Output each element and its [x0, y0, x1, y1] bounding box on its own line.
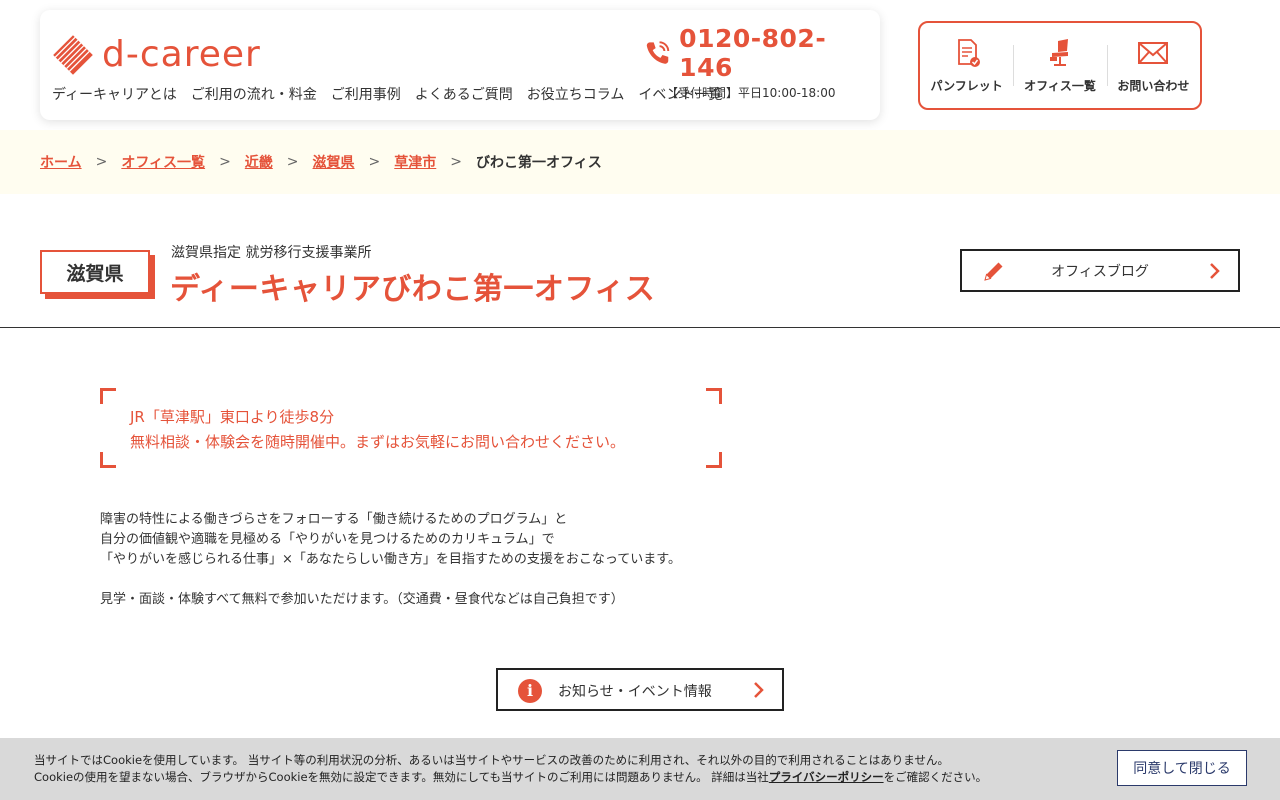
- breadcrumb-separator: >: [450, 154, 462, 170]
- breadcrumb-separator: >: [95, 154, 108, 170]
- breadcrumb-separator: >: [219, 154, 231, 170]
- office-subtitle: 滋賀県指定 就労移行支援事業所: [171, 245, 372, 261]
- consultation-text: 無料相談・体験会を随時開催中。まずはお気軽にお問い合わせください。: [130, 433, 626, 451]
- cookie-banner: 当サイトではCookieを使用しています。 当サイト等の利用状況の分析、あるいは…: [0, 738, 1280, 800]
- cookie-line: Cookieの使用を望まない場合、ブラウザからCookieを無効に設定できます。…: [34, 769, 987, 786]
- frame-corner: [100, 388, 116, 404]
- header-card: d-career ディーキャリアとは ご利用の流れ・料金 ご利用事例 よくあるご…: [40, 10, 880, 120]
- breadcrumb-separator: >: [286, 154, 299, 170]
- chevron-right-icon: [754, 682, 764, 698]
- nav-item-about[interactable]: ディーキャリアとは: [52, 84, 177, 104]
- breadcrumb-city[interactable]: 草津市: [394, 152, 436, 172]
- description-line: 「やりがいを感じられる仕事」×「あなたらしい働き方」を目指すための支援をおこなっ…: [100, 552, 681, 567]
- page-title: ディーキャリアびわこ第一オフィス: [170, 272, 656, 307]
- breadcrumb-current: びわこ第一オフィス: [476, 155, 602, 171]
- cookie-accept-button[interactable]: 同意して閉じる: [1117, 750, 1247, 786]
- cookie-line-part: をご確認ください。: [883, 770, 988, 784]
- pamphlet-icon: [957, 39, 980, 67]
- frame-corner: [100, 452, 116, 468]
- breadcrumb-region[interactable]: 近畿: [245, 152, 273, 172]
- breadcrumb-prefecture[interactable]: 滋賀県: [313, 152, 355, 172]
- utility-menu: パンフレット オフィス一覧 お問い合わせ: [918, 21, 1202, 110]
- cookie-line: 当サイトではCookieを使用しています。 当サイト等の利用状況の分析、あるいは…: [34, 753, 949, 767]
- office-blog-label: オフィスブログ: [1051, 263, 1149, 280]
- office-description: 障害の特性による働きづらさをフォローする「働き続けるためのプログラム」と 自分の…: [100, 510, 681, 610]
- prefecture-badge: 滋賀県: [40, 250, 150, 294]
- nav-item-cases[interactable]: ご利用事例: [331, 84, 401, 104]
- mail-icon: [1138, 42, 1169, 64]
- pamphlet-label: パンフレット: [930, 79, 1003, 93]
- cookie-line-part: Cookieの使用を望まない場合、ブラウザからCookieを無効に設定できます。…: [34, 770, 769, 784]
- logo-mark-icon: [53, 35, 93, 75]
- news-events-button[interactable]: i お知らせ・イベント情報: [496, 668, 784, 711]
- access-text: JR「草津駅」東口より徒歩8分: [130, 408, 335, 426]
- office-list-label: オフィス一覧: [1024, 79, 1096, 93]
- frame-corner: [706, 388, 722, 404]
- phone-hours: 【受付時間】平日10:00-18:00: [666, 86, 836, 100]
- cookie-text: 当サイトではCookieを使用しています。 当サイト等の利用状況の分析、あるいは…: [34, 752, 987, 786]
- site-logo[interactable]: d-career: [52, 34, 261, 76]
- privacy-policy-link[interactable]: プライバシーポリシー: [769, 770, 884, 784]
- breadcrumb-home[interactable]: ホーム: [40, 152, 82, 172]
- contact-button[interactable]: お問い合わせ: [1106, 23, 1200, 108]
- breadcrumb-office-list[interactable]: オフィス一覧: [121, 152, 205, 172]
- pamphlet-button[interactable]: パンフレット: [920, 23, 1013, 108]
- office-chair-icon: [1049, 39, 1068, 66]
- info-icon: i: [518, 679, 542, 703]
- description-line: 自分の価値観や適職を見極める「やりがいを見つけるためのカリキュラム」で: [100, 532, 555, 547]
- section-divider: [0, 327, 1280, 328]
- global-nav: ディーキャリアとは ご利用の流れ・料金 ご利用事例 よくあるご質問 お役立ちコラ…: [52, 84, 736, 104]
- phone-number: 0120-802-146: [679, 24, 827, 82]
- phone-block: 0120-802-146 【受付時間】平日10:00-18:00: [644, 24, 874, 101]
- nav-item-column[interactable]: お役立ちコラム: [527, 84, 625, 104]
- office-blog-button[interactable]: オフィスブログ: [960, 249, 1240, 292]
- breadcrumb-bar: ホーム > オフィス一覧 > 近畿 > 滋賀県 > 草津市 > びわこ第一オフィ…: [0, 130, 1280, 194]
- news-events-label: お知らせ・イベント情報: [558, 684, 712, 700]
- description-line: 見学・面談・体験すべて無料で参加いただけます。（交通費・昼食代などは自己負担です…: [100, 592, 624, 607]
- contact-label: お問い合わせ: [1117, 79, 1190, 93]
- chevron-right-icon: [1210, 263, 1220, 279]
- logo-text: d-career: [102, 34, 261, 75]
- phone-link[interactable]: 0120-802-146: [644, 24, 874, 82]
- description-line: 障害の特性による働きづらさをフォローする「働き続けるためのプログラム」と: [100, 512, 568, 527]
- frame-corner: [706, 452, 722, 468]
- breadcrumb-separator: >: [368, 154, 381, 170]
- nav-item-flow-price[interactable]: ご利用の流れ・料金: [191, 84, 317, 104]
- phone-icon: [646, 41, 670, 64]
- breadcrumb: ホーム > オフィス一覧 > 近畿 > 滋賀県 > 草津市 > びわこ第一オフィ…: [40, 152, 602, 172]
- access-highlight: JR「草津駅」東口より徒歩8分 無料相談・体験会を随時開催中。まずはお気軽にお問…: [100, 388, 722, 468]
- nav-item-faq[interactable]: よくあるご質問: [415, 84, 513, 104]
- office-list-button[interactable]: オフィス一覧: [1013, 23, 1106, 108]
